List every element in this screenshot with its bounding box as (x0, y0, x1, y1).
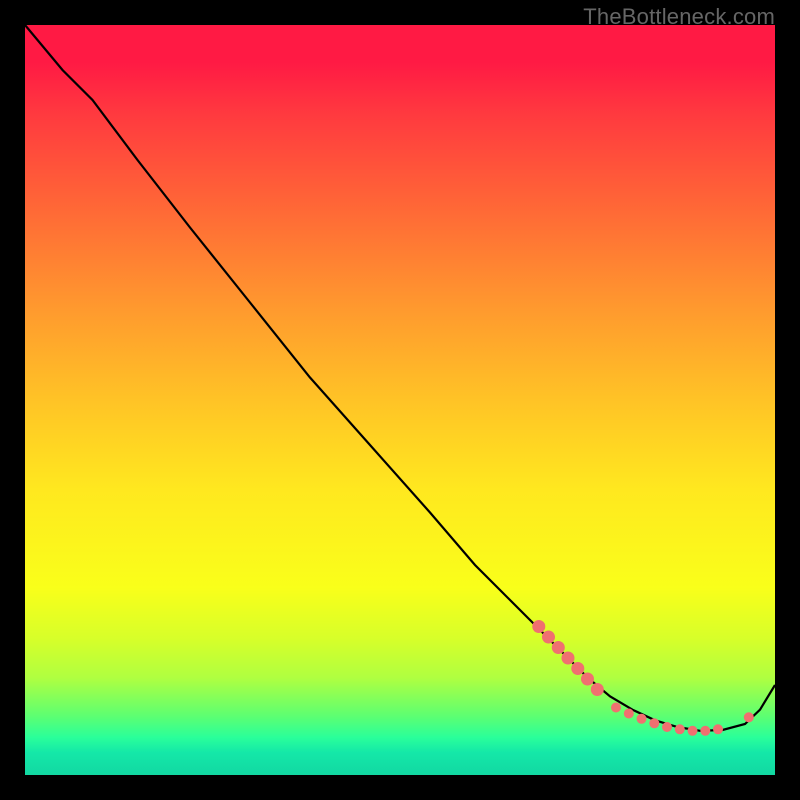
chart-marker (662, 722, 672, 732)
chart-container: TheBottleneck.com (0, 0, 800, 800)
chart-marker (591, 683, 604, 696)
chart-marker (552, 641, 565, 654)
watermark-text: TheBottleneck.com (583, 4, 775, 30)
chart-marker (713, 724, 723, 734)
chart-marker (571, 662, 584, 675)
chart-svg (25, 25, 775, 775)
chart-marker (744, 712, 754, 722)
chart-marker (700, 726, 710, 736)
chart-marker (688, 726, 698, 736)
chart-marker (611, 703, 621, 713)
bottleneck-curve (25, 25, 775, 731)
chart-marker (532, 620, 545, 633)
chart-marker (675, 724, 685, 734)
chart-markers (532, 620, 754, 736)
chart-marker (624, 709, 634, 719)
chart-marker (562, 652, 575, 665)
chart-marker (581, 673, 594, 686)
chart-marker (637, 714, 647, 724)
chart-marker (649, 718, 659, 728)
chart-marker (542, 631, 555, 644)
